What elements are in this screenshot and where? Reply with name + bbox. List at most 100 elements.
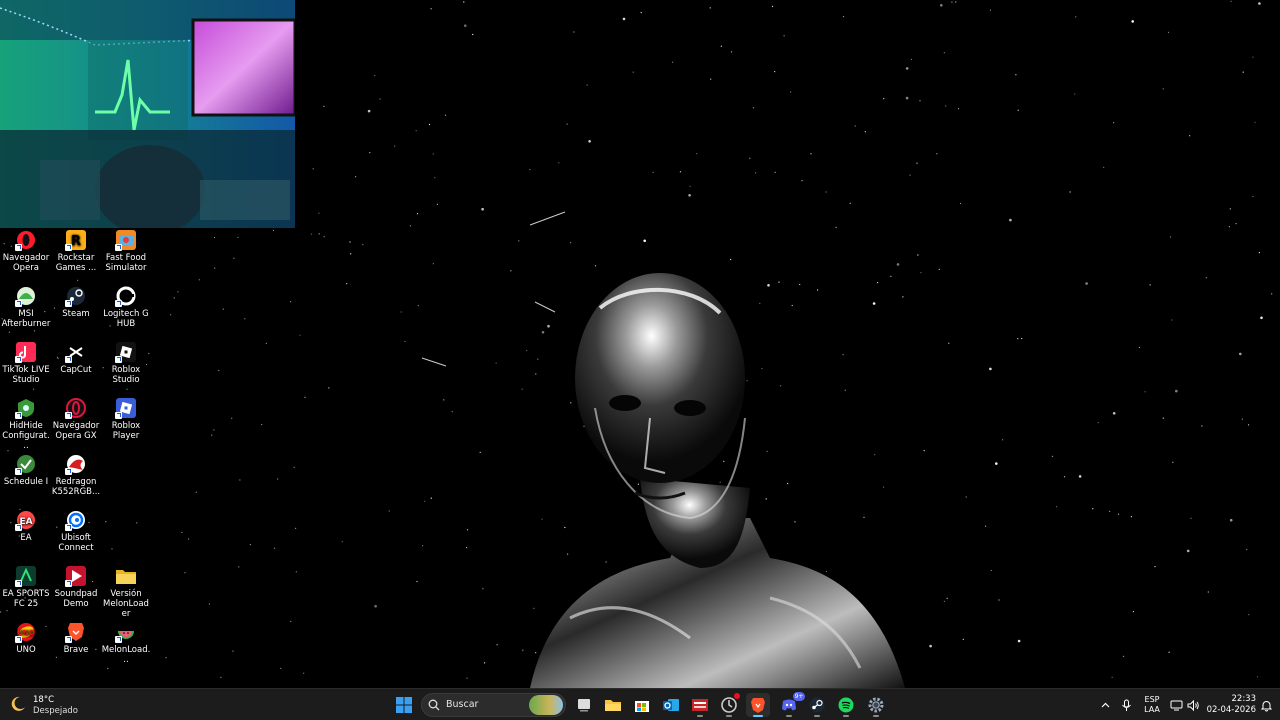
star bbox=[1207, 591, 1209, 593]
steam-button[interactable] bbox=[805, 693, 829, 717]
tiktok-icon bbox=[15, 341, 37, 363]
star bbox=[622, 17, 626, 21]
news-icon bbox=[692, 699, 708, 711]
store-icon bbox=[635, 701, 649, 712]
desktop-icon-uno[interactable]: UNO UNO bbox=[1, 621, 51, 673]
volume-button[interactable] bbox=[1185, 697, 1201, 713]
clock-date: 02-04-2026 bbox=[1206, 705, 1256, 715]
chrome-figure-artwork bbox=[530, 273, 905, 688]
system-clock[interactable]: 22:33 02-04-2026 bbox=[1202, 694, 1256, 716]
star bbox=[1271, 293, 1273, 295]
microsoft-store-button[interactable] bbox=[630, 693, 654, 717]
star bbox=[842, 16, 845, 18]
star bbox=[1078, 475, 1082, 478]
desktop-icon-msi[interactable]: MSI Afterburner bbox=[1, 285, 51, 337]
star bbox=[1254, 121, 1256, 123]
task-view-button[interactable] bbox=[572, 693, 596, 717]
shortcut-arrow-icon bbox=[115, 300, 122, 307]
desktop-icon-tiktok[interactable]: TikTok LIVE Studio bbox=[1, 341, 51, 393]
star bbox=[214, 267, 216, 269]
desktop-icon-rockstar[interactable]: R Rockstar Games ... bbox=[51, 229, 101, 281]
desktop-icon-roblox-player[interactable]: Roblox Player bbox=[101, 397, 151, 449]
shortcut-arrow-icon bbox=[15, 468, 22, 475]
star bbox=[430, 497, 432, 499]
star bbox=[943, 52, 945, 54]
star bbox=[1201, 425, 1203, 427]
star bbox=[244, 318, 246, 320]
discord-button[interactable]: 9+ bbox=[777, 692, 805, 717]
ea-icon: EA bbox=[15, 509, 37, 531]
desktop-icon-redragon[interactable]: Redragon K552RGB... bbox=[51, 453, 101, 505]
desktop-icon-fast-food[interactable]: Fast Food Simulator bbox=[101, 229, 151, 281]
star bbox=[1138, 346, 1140, 349]
star bbox=[1117, 513, 1120, 515]
star bbox=[466, 677, 468, 679]
network-button[interactable] bbox=[1168, 697, 1184, 713]
star bbox=[430, 8, 432, 10]
star bbox=[388, 510, 390, 512]
star bbox=[1235, 223, 1237, 225]
desktop-icon-schedule[interactable]: Schedule I bbox=[1, 453, 51, 505]
star bbox=[905, 96, 909, 100]
soundpad-icon bbox=[65, 565, 87, 587]
desktop-icon-label: UNO bbox=[16, 645, 36, 655]
star bbox=[965, 496, 967, 498]
settings-button[interactable] bbox=[864, 693, 888, 717]
star bbox=[510, 270, 512, 272]
input-language-indicator[interactable]: ESP LAA bbox=[1141, 695, 1163, 715]
desktop-icon-folder[interactable]: Versión MelonLoader bbox=[101, 565, 151, 619]
desktop-icon-logitech[interactable]: Logitech G HUB bbox=[101, 285, 151, 337]
desktop-icon-ea[interactable]: EA EA bbox=[1, 509, 51, 561]
star bbox=[170, 314, 172, 316]
star bbox=[938, 268, 940, 270]
desktop-icon-brave[interactable]: Brave bbox=[51, 621, 101, 673]
star bbox=[825, 191, 827, 193]
desktop-icon-roblox-studio[interactable]: Roblox Studio bbox=[101, 341, 151, 393]
star bbox=[951, 1, 953, 3]
desktop-icon-steam[interactable]: Steam bbox=[51, 285, 101, 337]
star bbox=[293, 466, 295, 468]
keyboard-layout: LAA bbox=[1144, 705, 1160, 714]
app-launcher-button[interactable] bbox=[717, 693, 741, 717]
star bbox=[323, 236, 325, 238]
star bbox=[482, 588, 484, 590]
desktop-icon-ubisoft[interactable]: Ubisoft Connect bbox=[51, 509, 101, 561]
desktop-icon-label: Soundpad Demo bbox=[54, 589, 98, 609]
star bbox=[1130, 516, 1132, 518]
star bbox=[280, 667, 282, 669]
desktop-icon-opera-gx[interactable]: Navegador Opera GX bbox=[51, 397, 101, 449]
star bbox=[640, 12, 642, 14]
desktop-icon-melonloader[interactable]: MelonLoad... bbox=[101, 621, 151, 673]
show-hidden-icons-button[interactable] bbox=[1097, 697, 1113, 713]
star bbox=[436, 203, 438, 205]
shortcut-arrow-icon bbox=[65, 524, 72, 531]
star bbox=[218, 369, 220, 372]
running-indicator bbox=[843, 715, 849, 717]
spotify-button[interactable] bbox=[834, 693, 858, 717]
desktop-icon-opera[interactable]: Navegador Opera bbox=[1, 229, 51, 281]
webcam-overlay[interactable] bbox=[0, 0, 295, 228]
star bbox=[328, 387, 330, 389]
news-app-button[interactable] bbox=[688, 693, 712, 717]
start-button[interactable] bbox=[392, 693, 416, 717]
star bbox=[177, 291, 179, 293]
star bbox=[231, 417, 233, 419]
desktop-icon-capcut[interactable]: CapCut bbox=[51, 341, 101, 393]
outlook-button[interactable] bbox=[659, 693, 683, 717]
star bbox=[985, 525, 987, 527]
notifications-button[interactable] bbox=[1258, 697, 1274, 713]
microphone-button[interactable] bbox=[1118, 697, 1134, 713]
desktop-icon-hidhide[interactable]: HidHide Configurat... bbox=[1, 397, 51, 451]
star bbox=[1111, 676, 1113, 678]
star bbox=[367, 109, 371, 113]
desktop-icon-soundpad[interactable]: Soundpad Demo bbox=[51, 565, 101, 617]
brave-taskbar-button[interactable] bbox=[746, 693, 770, 717]
star bbox=[1186, 549, 1190, 553]
desktop-icon-fc25[interactable]: EA SPORTS FC 25 bbox=[1, 565, 51, 617]
folder-icon bbox=[115, 565, 137, 587]
star bbox=[1252, 195, 1254, 198]
file-explorer-button[interactable] bbox=[601, 693, 625, 717]
search-box[interactable]: Buscar bbox=[421, 693, 566, 717]
msi-icon bbox=[15, 285, 37, 307]
star bbox=[261, 423, 263, 426]
